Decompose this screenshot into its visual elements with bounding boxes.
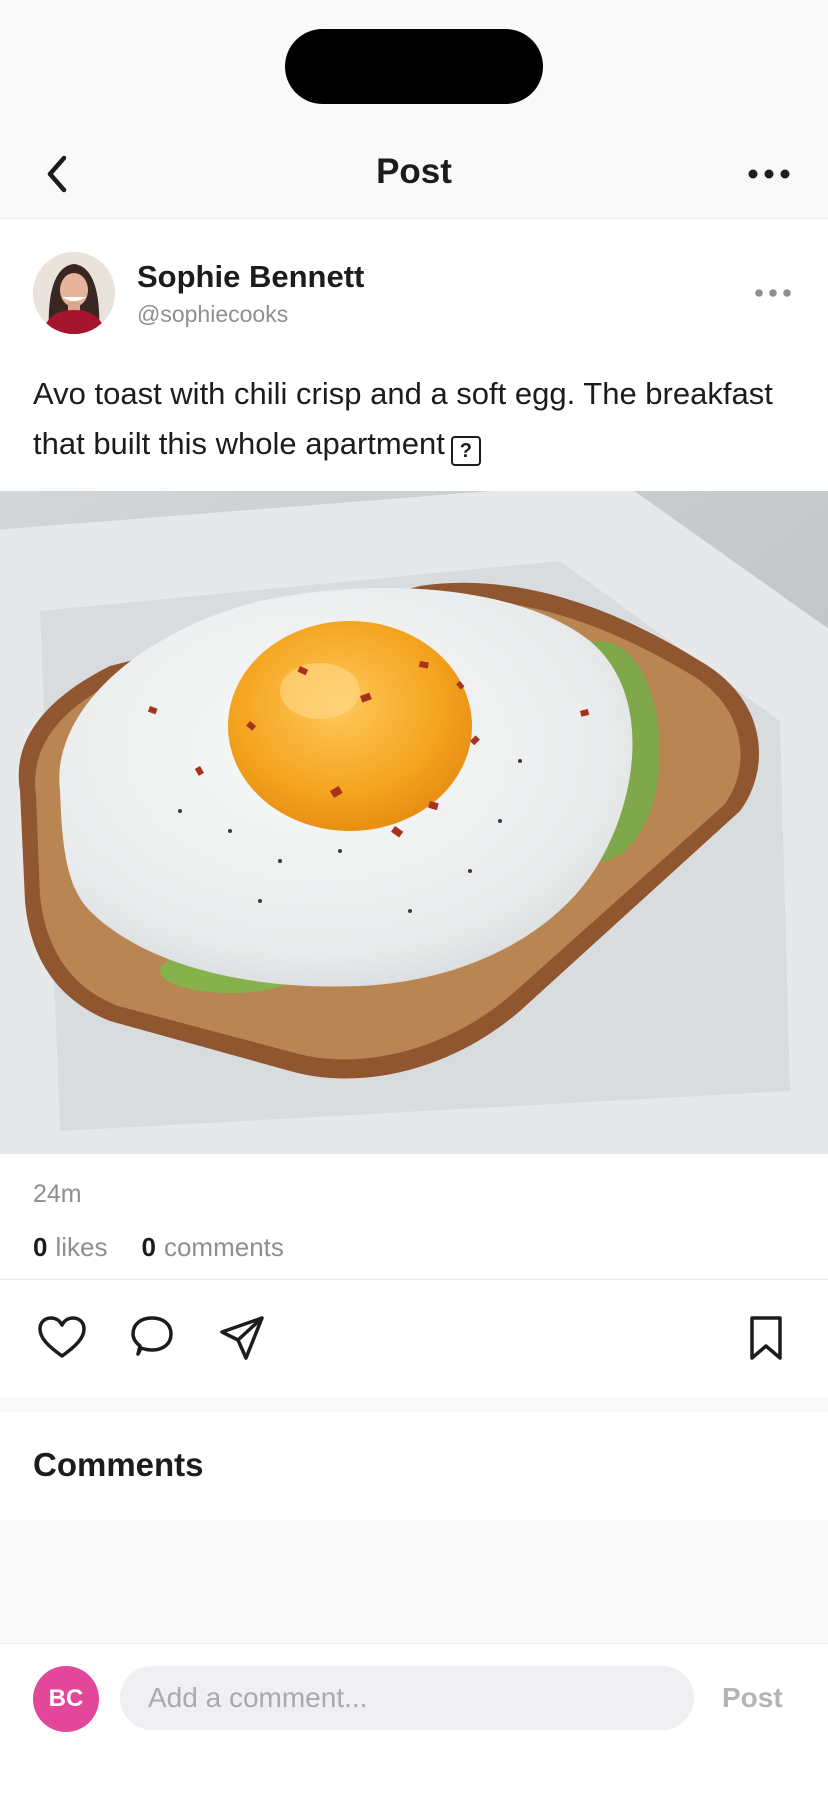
- heart-icon: [38, 1316, 86, 1358]
- post-timestamp: 24m: [33, 1180, 82, 1208]
- egg-toast-photo: [0, 491, 828, 1154]
- ellipsis-icon: [748, 169, 790, 179]
- author-avatar[interactable]: [33, 252, 115, 334]
- ellipsis-icon: [755, 289, 791, 297]
- comments-count: 0: [141, 1232, 156, 1262]
- speech-bubble-icon: [131, 1316, 173, 1356]
- caption-text: Avo toast with chili crisp and a soft eg…: [33, 376, 773, 461]
- page-title: Post: [376, 152, 452, 191]
- comment-input[interactable]: [120, 1666, 694, 1730]
- comments-section: Comments: [0, 1412, 828, 1520]
- post-more-options-button[interactable]: [752, 279, 794, 307]
- avatar-photo-image: [33, 252, 115, 334]
- post-meta: 24m 0 likes 0 comments: [0, 1154, 828, 1278]
- comment-button[interactable]: [126, 1312, 178, 1364]
- author-name[interactable]: Sophie Bennett: [137, 259, 364, 295]
- dynamic-island: [285, 29, 543, 104]
- more-options-button[interactable]: [744, 150, 794, 198]
- bookmark-icon: [750, 1316, 782, 1360]
- author-handle: @sophiecooks: [137, 301, 289, 327]
- missing-emoji-glyph: ?: [450, 436, 481, 466]
- post-caption: Avo toast with chili crisp and a soft eg…: [33, 369, 773, 469]
- share-button[interactable]: [216, 1312, 268, 1364]
- current-user-avatar[interactable]: BC: [33, 1666, 99, 1732]
- post-comment-button[interactable]: Post: [722, 1682, 783, 1714]
- likes-stat[interactable]: 0 likes: [33, 1232, 107, 1262]
- comment-composer: BC Post: [0, 1643, 828, 1801]
- post-photo[interactable]: [0, 491, 828, 1154]
- paper-plane-icon: [220, 1316, 264, 1360]
- comments-label: comments: [163, 1232, 284, 1262]
- comments-heading: Comments: [33, 1446, 204, 1483]
- post-header: Sophie Bennett @sophiecooks Avo toast wi…: [0, 219, 828, 491]
- likes-label: likes: [55, 1232, 108, 1262]
- likes-count: 0: [33, 1232, 48, 1262]
- top-navigation-bar: Post: [0, 130, 828, 219]
- like-button[interactable]: [36, 1312, 88, 1364]
- bookmark-button[interactable]: [740, 1312, 792, 1364]
- post-actions-bar: [0, 1279, 828, 1397]
- comments-stat[interactable]: 0 comments: [141, 1232, 283, 1262]
- post-stats: 0 likes 0 comments: [33, 1232, 284, 1263]
